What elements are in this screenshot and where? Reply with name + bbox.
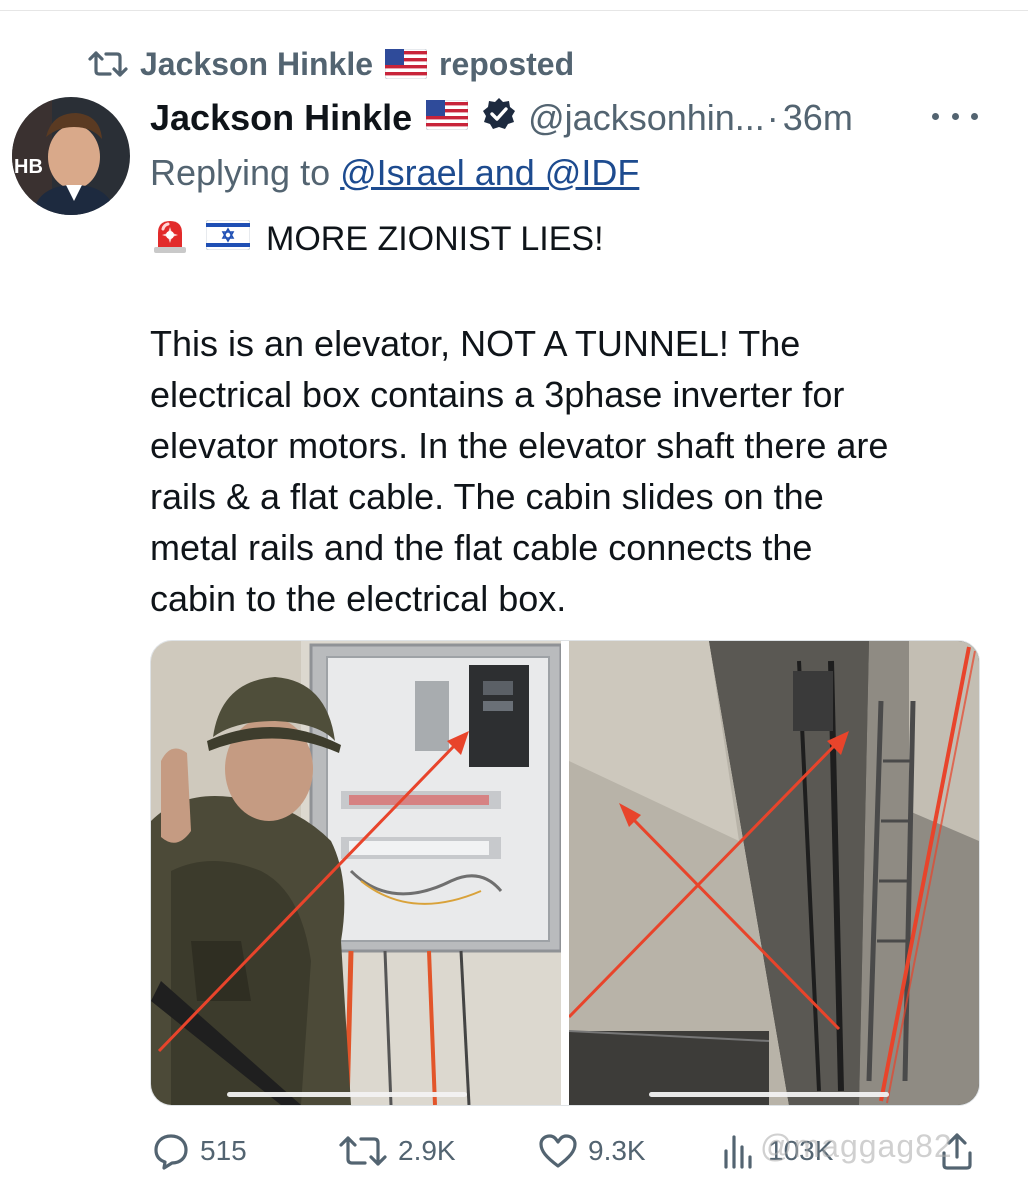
repost-icon: [88, 51, 128, 77]
replying-to-link[interactable]: @Israel and @IDF: [340, 152, 639, 193]
replying-prefix: Replying to: [150, 152, 331, 193]
repost-count: 2.9K: [398, 1135, 456, 1166]
media-scroll-indicator-left: [227, 1092, 467, 1097]
reply-icon: [154, 1134, 188, 1170]
verified-badge-icon[interactable]: [482, 97, 516, 140]
svg-text:HB: HB: [14, 156, 43, 178]
tweet-body: This is an elevator, NOT A TUNNEL! The e…: [150, 318, 1000, 624]
like-count: 9.3K: [588, 1135, 646, 1166]
repost-header[interactable]: Jackson Hinkle reposted: [88, 44, 574, 84]
tweet-header: Jackson Hinkle @jacksonhin... · 36m: [150, 96, 853, 140]
top-divider: [0, 10, 1028, 11]
separator-dot: ·: [766, 97, 779, 138]
more-options-icon[interactable]: [932, 104, 978, 128]
repost-button[interactable]: 2.9K: [338, 1126, 456, 1176]
body-line: This is an elevator, NOT A TUNNEL! The: [150, 323, 801, 364]
lead-line: MORE ZIONIST LIES!: [150, 215, 604, 264]
repost-icon: [339, 1136, 387, 1166]
timestamp[interactable]: 36m: [783, 97, 853, 139]
reply-button[interactable]: 515: [152, 1126, 247, 1176]
body-line: metal rails and the flat cable connects …: [150, 527, 813, 568]
author-handle[interactable]: @jacksonhin...: [528, 97, 765, 139]
like-button[interactable]: 9.3K: [538, 1126, 646, 1176]
body-line: elevator motors. In the elevator shaft t…: [150, 425, 889, 466]
soldier-electrical-box-photo[interactable]: [151, 641, 561, 1105]
heart-icon: [539, 1134, 577, 1168]
us-flag-icon: [425, 97, 469, 139]
body-line: rails & a flat cable. The cabin slides o…: [150, 476, 824, 517]
repost-user[interactable]: Jackson Hinkle: [140, 46, 373, 83]
israel-flag-icon: [205, 219, 251, 259]
views-chart-icon: [724, 1135, 752, 1169]
media-gallery: [150, 640, 980, 1106]
author-name[interactable]: Jackson Hinkle: [150, 97, 412, 139]
us-flag-icon: [385, 49, 427, 79]
repost-label: reposted: [439, 45, 575, 82]
lead-text: MORE ZIONIST LIES!: [266, 220, 604, 258]
elevator-shaft-photo[interactable]: [569, 641, 979, 1105]
avatar[interactable]: HB: [12, 97, 130, 215]
reply-count: 515: [200, 1135, 247, 1166]
replying-to-line: Replying to @Israel and @IDF: [150, 152, 639, 194]
watermark: @maggag82: [760, 1128, 953, 1164]
police-light-icon: [150, 215, 190, 264]
body-line: cabin to the electrical box.: [150, 578, 567, 619]
body-line: electrical box contains a 3phase inverte…: [150, 374, 845, 415]
media-scroll-indicator-right: [649, 1092, 889, 1097]
